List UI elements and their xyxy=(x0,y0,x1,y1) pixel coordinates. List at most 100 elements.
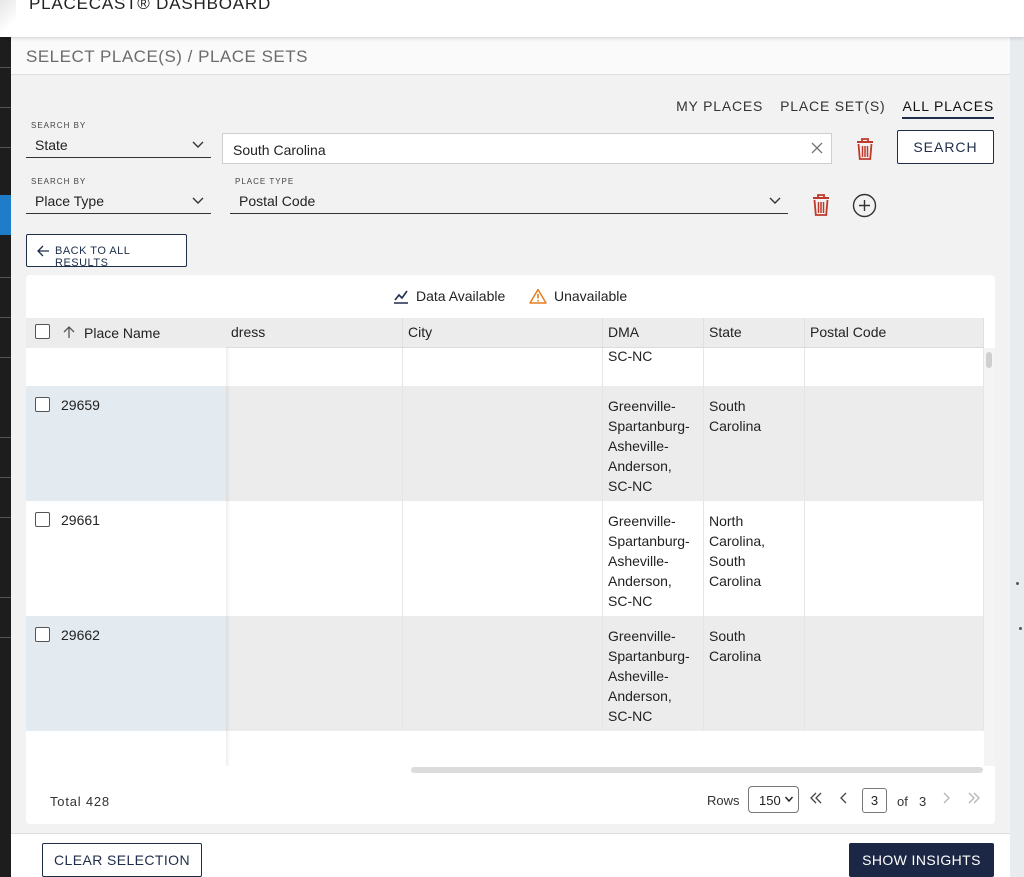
search-by-select-2[interactable]: Place Type xyxy=(26,188,211,214)
place-type-select[interactable]: Postal Code xyxy=(230,188,788,214)
column-header-city[interactable]: City xyxy=(403,318,603,348)
nav-divider xyxy=(0,517,11,518)
nav-divider xyxy=(0,317,11,318)
pinned-column-shadow xyxy=(226,348,230,766)
trash-icon[interactable] xyxy=(853,136,877,162)
scrollbar-thumb[interactable] xyxy=(986,352,992,368)
search-input[interactable]: South Carolina xyxy=(222,133,832,164)
background-map xyxy=(1010,37,1024,877)
rows-label: Rows xyxy=(707,793,740,808)
chevron-down-icon xyxy=(192,197,204,204)
place-name-cell: 29659 xyxy=(61,397,100,413)
tab-place-sets[interactable]: PLACE SET(S) xyxy=(780,98,885,119)
column-header-dma[interactable]: DMA xyxy=(603,318,704,348)
pinned-row: 29662 xyxy=(26,616,226,731)
vertical-scrollbar[interactable] xyxy=(984,348,995,766)
pinned-header: Place Name xyxy=(26,318,226,348)
nav-divider xyxy=(0,107,11,108)
nav-item-active[interactable] xyxy=(0,195,11,235)
row-checkbox[interactable] xyxy=(35,397,50,412)
nav-divider xyxy=(0,597,11,598)
legend-unavailable: Unavailable xyxy=(529,288,627,304)
tab-all-places[interactable]: ALL PLACES xyxy=(902,98,994,119)
results-table-card: Data Available Unavailable dress City DM… xyxy=(26,275,995,824)
search-by-label: SEARCH BY xyxy=(31,121,87,130)
select-places-panel: SELECT PLACE(S) / PLACE SETS MY PLACES P… xyxy=(11,37,1010,877)
postal-code-cell xyxy=(805,501,984,616)
tab-my-places[interactable]: MY PLACES xyxy=(676,98,763,119)
state-cell: South Carolina xyxy=(704,616,805,731)
sort-ascending-icon[interactable] xyxy=(62,325,76,339)
side-nav xyxy=(0,37,11,877)
previous-page-icon[interactable] xyxy=(836,790,852,806)
column-header-place-name[interactable]: Place Name xyxy=(84,325,160,341)
pinned-row: 29661 xyxy=(26,501,226,616)
row-checkbox[interactable] xyxy=(35,512,50,527)
dma-cell: Greenville- Spartanburg- Asheville- Ande… xyxy=(603,386,704,501)
place-name-cell: 29661 xyxy=(61,512,100,528)
warning-icon xyxy=(529,288,547,304)
nav-divider xyxy=(0,357,11,358)
column-header-state[interactable]: State xyxy=(704,318,805,348)
next-page-icon[interactable] xyxy=(938,790,954,806)
pinned-row: 29659 xyxy=(26,386,226,501)
dma-cell: Greenville- Spartanburg- Asheville- Ande… xyxy=(603,616,704,731)
row-checkbox[interactable] xyxy=(35,627,50,642)
close-icon[interactable] xyxy=(810,141,824,155)
address-cell xyxy=(226,616,403,731)
column-header-address[interactable]: dress xyxy=(226,318,403,348)
search-by-label-2: SEARCH BY xyxy=(31,177,87,186)
add-circle-icon[interactable] xyxy=(852,193,877,218)
postal-code-cell xyxy=(805,616,984,731)
search-input-value: South Carolina xyxy=(233,142,326,158)
pagination-footer: Total 428 Rows 150 3 of 3 xyxy=(26,780,995,824)
city-cell xyxy=(403,386,603,501)
logo-mark xyxy=(0,0,16,37)
city-cell xyxy=(403,616,603,731)
column-header-postal-code[interactable]: Postal Code xyxy=(805,318,984,348)
results-grid: dress City DMA State Postal Code Place N… xyxy=(26,318,995,766)
state-cell: South Carolina xyxy=(704,386,805,501)
search-by-select[interactable]: State xyxy=(26,132,211,158)
trash-icon[interactable] xyxy=(809,192,833,218)
clear-selection-button[interactable]: CLEAR SELECTION xyxy=(42,843,202,877)
back-to-results-button[interactable]: BACK TO ALL RESULTS xyxy=(26,234,187,269)
address-cell xyxy=(226,501,403,616)
search-button[interactable]: SEARCH xyxy=(897,130,994,164)
panel-title: SELECT PLACE(S) / PLACE SETS xyxy=(26,47,308,66)
trend-chart-icon xyxy=(394,290,408,304)
chevron-down-icon xyxy=(192,141,204,148)
total-count: Total 428 xyxy=(50,794,110,809)
app-header: PLACECAST® DASHBOARD xyxy=(0,0,1024,37)
nav-divider xyxy=(0,637,11,638)
chevron-down-icon xyxy=(784,796,794,803)
first-page-icon[interactable] xyxy=(808,790,824,806)
show-insights-button[interactable]: SHOW INSIGHTS xyxy=(849,843,994,877)
dma-cell: Greenville- Spartanburg- Asheville- Ande… xyxy=(603,501,704,616)
current-page-input[interactable]: 3 xyxy=(862,788,887,813)
postal-code-cell xyxy=(805,386,984,501)
nav-divider xyxy=(0,67,11,68)
legend-data-available: Data Available xyxy=(393,288,505,304)
place-tabs: MY PLACES PLACE SET(S) ALL PLACES xyxy=(676,98,994,119)
state-cell: North Carolina, South Carolina xyxy=(704,501,805,616)
map-dot xyxy=(1016,582,1019,585)
map-dot xyxy=(1019,627,1022,630)
last-page-icon[interactable] xyxy=(966,790,982,806)
action-bar: CLEAR SELECTION SHOW INSIGHTS xyxy=(11,833,1010,877)
data-legend: Data Available Unavailable xyxy=(26,288,995,306)
page-of-label: of xyxy=(897,794,908,809)
back-button-label: BACK TO ALL RESULTS xyxy=(55,245,131,269)
place-name-cell: 29662 xyxy=(61,627,100,643)
arrow-left-icon xyxy=(37,245,49,257)
panel-header: SELECT PLACE(S) / PLACE SETS xyxy=(11,37,1010,75)
search-by-value: State xyxy=(35,137,68,153)
app-title: PLACECAST® DASHBOARD xyxy=(29,0,272,13)
nav-divider xyxy=(0,277,11,278)
select-all-checkbox[interactable] xyxy=(35,324,50,339)
rows-per-page-select[interactable]: 150 xyxy=(748,786,799,813)
horizontal-scrollbar[interactable] xyxy=(411,767,983,773)
place-type-value: Postal Code xyxy=(239,193,316,209)
city-cell xyxy=(403,501,603,616)
address-cell xyxy=(226,386,403,501)
